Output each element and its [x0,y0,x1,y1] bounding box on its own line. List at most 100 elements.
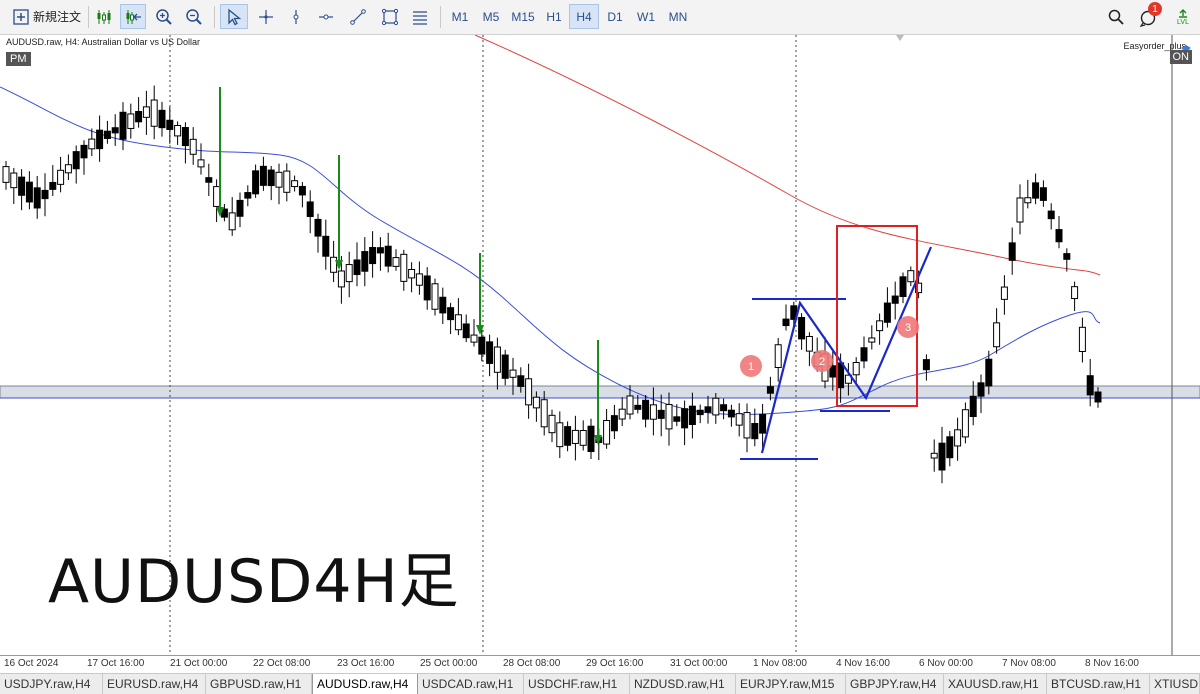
candle-body [743,412,751,439]
candle-body [213,186,221,207]
zoom-out-button[interactable] [182,4,206,29]
candle-body [579,430,587,446]
date-axis: 16 Oct 2024 17 Oct 16:00 21 Oct 00:00 22… [0,655,1200,673]
timeframe-h4[interactable]: H4 [569,4,599,29]
tab-xauusd-h1[interactable]: XAUUSD.raw,H1 [944,674,1047,694]
candle-body [1039,187,1047,201]
candle-body [478,336,486,355]
search-button[interactable] [1104,4,1128,29]
candle-body [119,111,127,140]
date-label: 6 Nov 00:00 [919,658,973,669]
candle-body [899,276,907,298]
candle-body [1094,391,1102,403]
signal-level-icon [1177,7,1189,19]
fibonacci-tool-button[interactable] [408,4,432,29]
tab-btcusd-h1[interactable]: BTCUSD.raw,H1 [1047,674,1150,694]
zoom-in-button[interactable] [152,4,176,29]
tab-audusd-h4[interactable]: AUDUSD.raw,H4 [312,674,418,694]
candle-body [883,302,891,323]
candle-body [41,189,49,200]
tab-gbpusd-h1[interactable]: GBPUSD.raw,H1 [206,674,312,694]
candle-body [189,138,197,155]
timeframe-m5[interactable]: M5 [477,4,505,29]
candle-body [197,159,205,168]
tab-nzdusd-h1[interactable]: NZDUSD.raw,H1 [630,674,736,694]
candle-body [244,192,252,199]
timeframe-w1[interactable]: W1 [631,4,661,29]
candle-body [977,382,985,397]
candle-body [501,354,509,379]
date-label: 28 Oct 08:00 [503,658,561,669]
notifications-button[interactable]: 1 [1136,2,1162,29]
candle-body [181,127,189,147]
candle-body [259,165,267,186]
tab-usdcad-h1[interactable]: USDCAD.raw,H1 [418,674,524,694]
candle-body [868,337,876,343]
timeframe-m1[interactable]: M1 [447,4,473,29]
candle-body [556,422,564,448]
candle-body [735,413,743,426]
candle-body [470,334,478,343]
search-icon [1107,8,1125,26]
date-label: 29 Oct 16:00 [586,658,644,669]
tab-eurusd-h4[interactable]: EURUSD.raw,H4 [103,674,206,694]
tab-gbpjpy-h4[interactable]: GBPJPY.raw,H4 [846,674,944,694]
candle-body [766,386,774,394]
ea-state-badge[interactable]: ON [1169,50,1192,64]
candle-body [493,346,501,373]
candle-body [376,247,384,254]
cursor-tool-button[interactable] [220,4,248,29]
candle-body [696,409,704,416]
candle-body [345,264,353,283]
candle-body [649,404,657,420]
date-label: 8 Nov 16:00 [1085,658,1139,669]
new-order-button[interactable]: 新規注文 [8,4,86,29]
candle-body [1078,326,1086,352]
candle-body [938,442,946,471]
candle-body [330,256,338,273]
candle-body [423,275,431,301]
tab-usdchf-h1[interactable]: USDCHF.raw,H1 [524,674,630,694]
signal-level-button[interactable]: LVL [1172,4,1194,29]
tab-xtiusd[interactable]: XTIUSD [1150,674,1200,694]
chart-caption: AUDUSD4H足 [48,547,460,617]
horizontal-line-tool-button[interactable] [314,4,338,29]
trendline-tool-button[interactable] [346,4,370,29]
candle-body [907,270,915,283]
zoom-out-icon [185,8,203,26]
tab-usdjpy-h4[interactable]: USDJPY.raw,H4 [0,674,103,694]
vertical-line-tool-button[interactable] [284,4,308,29]
candle-body [96,129,104,150]
marker-label: 1 [748,361,754,373]
candle-body [798,317,806,340]
candle-body [236,199,244,217]
bar-chart-button[interactable] [92,4,116,29]
timeframe-mn[interactable]: MN [663,4,693,29]
candle-body [150,99,158,127]
candle-body [540,399,548,428]
candle-body [712,397,720,416]
date-label: 21 Oct 00:00 [170,658,228,669]
candle-body [322,235,330,257]
candle-body [665,404,673,430]
date-label: 23 Oct 16:00 [337,658,395,669]
timeframe-d1[interactable]: D1 [601,4,629,29]
crosshair-tool-button[interactable] [254,4,278,29]
horizontal-line-icon [317,8,335,26]
candle-body [525,378,533,406]
timeframe-m15[interactable]: M15 [507,4,539,29]
candle-body [1024,197,1032,204]
rectangle-tool-button[interactable] [378,4,402,29]
candle-body [291,180,299,188]
cursor-icon [225,8,243,26]
candle-body [135,110,143,123]
rectangle-icon [381,8,399,26]
candle-body [860,347,868,362]
candle-body [486,341,494,364]
tab-eurjpy-m15[interactable]: EURJPY.raw,M15 [736,674,846,694]
autoscroll-button[interactable] [120,4,146,29]
candle-body [64,164,72,174]
timeframe-h1[interactable]: H1 [541,4,567,29]
candle-body [88,138,96,150]
price-chart[interactable]: 1 2 3 AUDUSD.raw, H4: Australian Dollar vs… [0,35,1200,655]
